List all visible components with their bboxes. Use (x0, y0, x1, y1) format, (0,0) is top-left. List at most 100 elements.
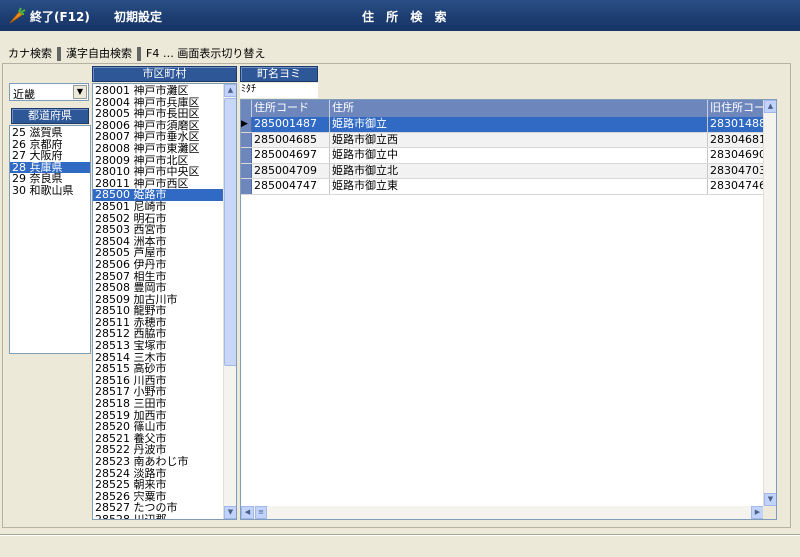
prefecture-item[interactable]: 27 大阪府 (10, 150, 90, 162)
city-item[interactable]: 28520 篠山市 (93, 421, 224, 433)
city-item[interactable]: 28502 明石市 (93, 213, 224, 225)
city-item[interactable]: 28511 赤穂市 (93, 317, 224, 329)
carrot-logo-icon (9, 7, 26, 24)
window-title: 住 所 検 索 (362, 10, 451, 24)
exit-button[interactable]: 終了(F12) (30, 8, 90, 25)
cell-address-code: 285004685 (252, 132, 330, 147)
scroll-up-icon[interactable]: ▲ (224, 84, 236, 97)
row-indicator (241, 148, 252, 163)
prefecture-list[interactable]: 25 滋賀県 26 京都府 27 大阪府 28 兵庫県 29 奈良県 30 和歌山県 (9, 125, 91, 354)
cell-old-address-code: 28304690 (710, 148, 765, 163)
grid-vertical-scrollbar[interactable]: ▲ ▼ (763, 100, 776, 506)
city-item[interactable]: 28524 淡路市 (93, 468, 224, 480)
region-select[interactable]: 近畿 ▼ (9, 83, 89, 101)
cell-address: 姫路市御立 (330, 117, 708, 132)
city-item[interactable]: 28006 神戸市須磨区 (93, 120, 224, 132)
cell-address-code: 285004747 (252, 179, 330, 194)
city-item[interactable]: 28512 西脇市 (93, 328, 224, 340)
city-item[interactable]: 28518 三田市 (93, 398, 224, 410)
city-item[interactable]: 28004 神戸市兵庫区 (93, 97, 224, 109)
grid-horizontal-scrollbar[interactable]: ◀ ≡ ▶ (241, 506, 764, 519)
town-reading-header: 町名ヨミ (240, 66, 318, 82)
city-item[interactable]: 28504 洲本市 (93, 236, 224, 248)
city-item[interactable]: 28513 宝塚市 (93, 340, 224, 352)
city-item[interactable]: 28001 神戸市灘区 (93, 85, 224, 97)
town-reading-input[interactable]: ﾐﾀﾁ (240, 83, 318, 98)
city-item[interactable]: 28523 南あわじ市 (93, 456, 224, 468)
scroll-down-icon[interactable]: ▼ (764, 493, 776, 506)
toolbar: 終了(F12) 初期設定 住 所 検 索 (0, 0, 800, 31)
city-item[interactable]: 28503 西宮市 (93, 224, 224, 236)
table-row[interactable]: 285004747 姫路市御立東 28304746 (241, 179, 765, 195)
cell-address: 姫路市御立北 (330, 163, 708, 178)
table-row[interactable]: ▶ 285001487 姫路市御立 28301488 (241, 117, 765, 133)
prefecture-item[interactable]: 25 滋賀県 (10, 127, 90, 139)
table-row[interactable]: 285004709 姫路市御立北 28304703 (241, 163, 765, 179)
chevron-down-icon[interactable]: ▼ (73, 85, 87, 99)
table-row[interactable]: 285004685 姫路市御立西 28304681 (241, 132, 765, 148)
city-item[interactable]: 28501 尼崎市 (93, 201, 224, 213)
tab-kana-search[interactable]: カナ検索 (6, 45, 54, 61)
prefecture-item[interactable]: 30 和歌山県 (10, 185, 90, 197)
city-item[interactable]: 28509 加古川市 (93, 294, 224, 306)
city-list[interactable]: 28001 神戸市灘区 28004 神戸市兵庫区 28005 神戸市長田区 28006… (92, 83, 237, 520)
city-item[interactable]: 28528 川辺郡 (93, 514, 224, 519)
divider (137, 47, 141, 61)
city-item[interactable]: 28507 相生市 (93, 271, 224, 283)
initial-settings-button[interactable]: 初期設定 (114, 8, 162, 25)
city-item[interactable]: 28526 宍粟市 (93, 491, 224, 503)
city-item[interactable]: 28522 丹波市 (93, 444, 224, 456)
city-item[interactable]: 28525 朝来市 (93, 479, 224, 491)
tab-kanji-free-search[interactable]: 漢字自由検索 (64, 45, 134, 61)
region-select-value: 近畿 (13, 88, 35, 101)
city-rows: 28001 神戸市灘区 28004 神戸市兵庫区 28005 神戸市長田区 28006… (93, 85, 224, 519)
table-row[interactable]: 285004697 姫路市御立中 28304690 (241, 148, 765, 164)
divider (57, 47, 61, 61)
column-header-address[interactable]: 住所 (330, 100, 708, 117)
city-item[interactable]: 28516 川西市 (93, 375, 224, 387)
prefecture-item[interactable]: 26 京都府 (10, 139, 90, 151)
city-item[interactable]: 28008 神戸市東灘区 (93, 143, 224, 155)
city-item[interactable]: 28005 神戸市長田区 (93, 108, 224, 120)
scroll-down-icon[interactable]: ▼ (224, 506, 236, 519)
city-item[interactable]: 28519 加西市 (93, 410, 224, 422)
scroll-up-icon[interactable]: ▲ (764, 100, 776, 113)
row-indicator (241, 163, 252, 178)
city-header: 市区町村 (92, 66, 237, 82)
scroll-left-icon[interactable]: ◀ (241, 506, 254, 519)
cell-old-address-code: 28301488 (708, 117, 765, 132)
cell-address-code: 285004697 (252, 148, 330, 163)
city-item[interactable]: 28515 高砂市 (93, 363, 224, 375)
cell-address-code: 285004709 (252, 163, 330, 178)
city-item[interactable]: 28010 神戸市中央区 (93, 166, 224, 178)
address-results-grid[interactable]: 住所コード 住所 旧住所コード ▶285001487姫路市御立283014882… (240, 99, 777, 520)
cell-old-address-code: 28304703 (708, 163, 765, 178)
scroll-thumb[interactable] (224, 98, 236, 366)
city-item[interactable]: 28517 小野市 (93, 386, 224, 398)
grid-rows: ▶ 285001487 姫路市御立 28301488 285004685 姫路市御立西 28… (241, 117, 765, 195)
scroll-thumb[interactable]: ≡ (255, 506, 267, 519)
city-item[interactable]: 28508 豊岡市 (93, 282, 224, 294)
row-indicator (241, 132, 252, 147)
city-item[interactable]: 28009 神戸市北区 (93, 155, 224, 167)
column-header-old-address-code[interactable]: 旧住所コード (708, 100, 765, 117)
city-item[interactable]: 28007 神戸市垂水区 (93, 131, 224, 143)
grid-header: 住所コード 住所 旧住所コード (241, 100, 765, 117)
city-item[interactable]: 28500 姫路市 (93, 189, 224, 201)
city-item[interactable]: 28510 龍野市 (93, 305, 224, 317)
city-item[interactable]: 28514 三木市 (93, 352, 224, 364)
prefecture-item[interactable]: 29 奈良県 (10, 173, 90, 185)
city-item[interactable]: 28505 芦屋市 (93, 247, 224, 259)
prefecture-item[interactable]: 28 兵庫県 (10, 161, 90, 174)
cell-address: 姫路市御立東 (330, 179, 708, 194)
city-scrollbar[interactable]: ▲ ▼ (223, 84, 236, 519)
cell-old-address-code: 28304746 (710, 179, 765, 194)
column-header-address-code[interactable]: 住所コード (252, 100, 330, 117)
city-item[interactable]: 28521 養父市 (93, 433, 224, 445)
current-row-arrow-icon: ▶ (241, 117, 252, 132)
city-item[interactable]: 28011 神戸市西区 (93, 178, 224, 190)
city-item[interactable]: 28527 たつの市 (93, 502, 224, 514)
view-toggle-hint: F4 … 画面表示切り替え (146, 47, 266, 60)
city-item[interactable]: 28506 伊丹市 (93, 259, 224, 271)
search-mode-bar: カナ検索 漢字自由検索 F4 … 画面表示切り替え (6, 45, 267, 61)
